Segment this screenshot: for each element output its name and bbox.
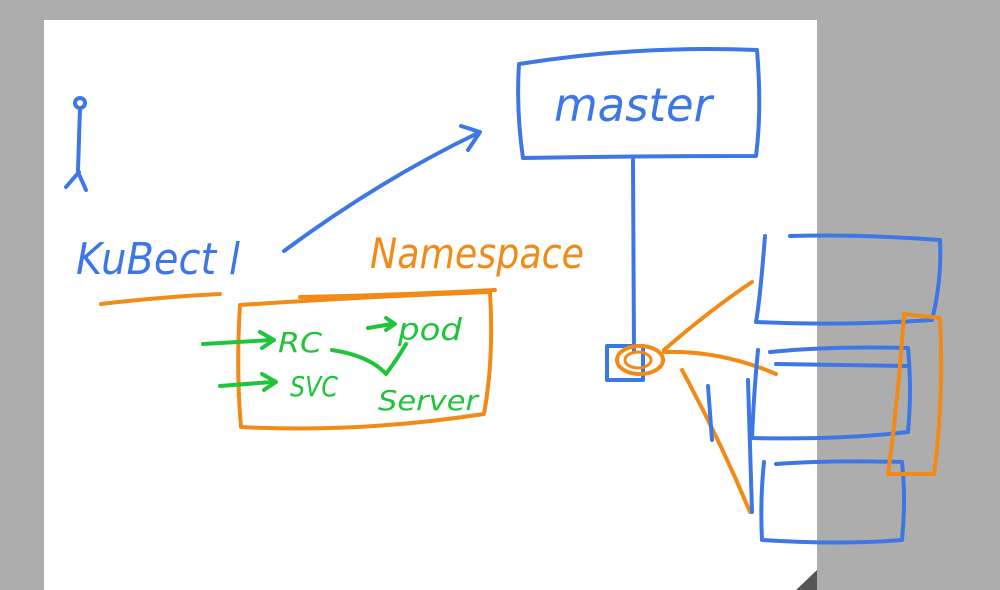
master-label: master — [554, 78, 715, 132]
namespace-label: Namespace — [370, 229, 584, 278]
kubectl-label: KuBect l — [76, 234, 241, 285]
canvas-viewport: KuBect l master Namespace RC SVC pod Ser… — [0, 0, 1000, 590]
diagram-svg: KuBect l master Namespace RC SVC pod Ser… — [44, 20, 944, 590]
svc-label: SVC — [290, 370, 338, 403]
overlay-orange-box — [886, 312, 944, 476]
server-label: Server — [378, 384, 480, 417]
rc-label: RC — [278, 326, 322, 359]
master-to-hub-line — [631, 158, 636, 354]
